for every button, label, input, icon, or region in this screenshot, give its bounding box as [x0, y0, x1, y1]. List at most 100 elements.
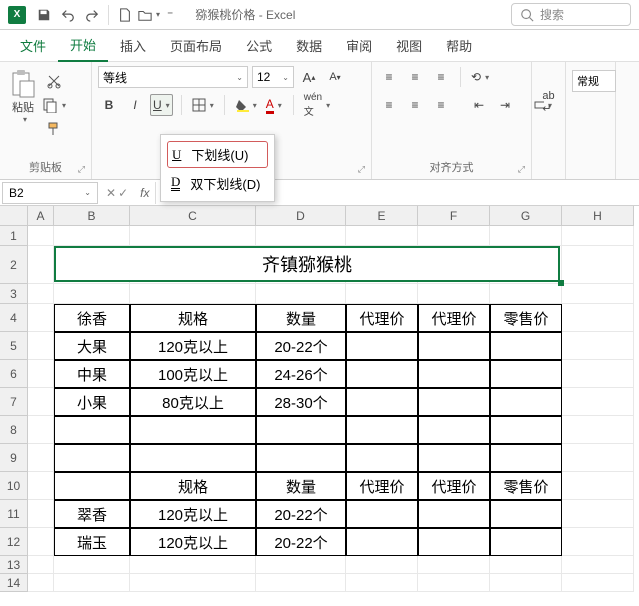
align-middle-icon[interactable]: ≡	[404, 66, 426, 88]
italic-button[interactable]: I	[124, 94, 146, 116]
cell[interactable]	[54, 574, 130, 592]
cell[interactable]	[54, 444, 130, 472]
cell[interactable]	[28, 528, 54, 556]
selection-handle[interactable]	[558, 280, 564, 286]
tab-review[interactable]: 审阅	[334, 30, 384, 61]
row-header[interactable]: 6	[0, 360, 28, 388]
align-bottom-icon[interactable]: ≡	[430, 66, 452, 88]
cell[interactable]: 24-26个	[256, 360, 346, 388]
cell[interactable]: 代理价	[418, 304, 490, 332]
tab-formulas[interactable]: 公式	[234, 30, 284, 61]
enter-icon[interactable]: ✓	[118, 186, 128, 200]
col-header[interactable]: C	[130, 206, 256, 225]
cell[interactable]	[418, 500, 490, 528]
cell[interactable]	[28, 556, 54, 574]
row-header[interactable]: 1	[0, 226, 28, 246]
cell[interactable]	[418, 226, 490, 246]
cell[interactable]	[418, 416, 490, 444]
cell[interactable]	[490, 416, 562, 444]
cell[interactable]	[490, 388, 562, 416]
tab-file[interactable]: 文件	[8, 30, 58, 61]
cell[interactable]	[418, 556, 490, 574]
col-header[interactable]: A	[28, 206, 54, 225]
borders-button[interactable]: ▾	[190, 94, 216, 116]
cell[interactable]	[130, 556, 256, 574]
qat-overflow-icon[interactable]: ⁼	[167, 8, 173, 22]
cell[interactable]	[562, 226, 634, 246]
font-color-button[interactable]: A▾	[263, 94, 285, 116]
cell[interactable]	[130, 226, 256, 246]
cell[interactable]	[418, 574, 490, 592]
cell[interactable]: 80克以上	[130, 388, 256, 416]
col-header[interactable]: E	[346, 206, 418, 225]
cell[interactable]	[346, 360, 418, 388]
paste-button[interactable]: 粘贴▾	[6, 66, 40, 126]
cell[interactable]	[346, 574, 418, 592]
cell[interactable]	[28, 246, 54, 284]
cell[interactable]	[562, 304, 634, 332]
cell[interactable]	[346, 528, 418, 556]
cell[interactable]: 数量	[256, 304, 346, 332]
row-header[interactable]: 10	[0, 472, 28, 500]
tab-layout[interactable]: 页面布局	[158, 30, 234, 61]
cell[interactable]: 规格	[130, 304, 256, 332]
cell[interactable]: 中果	[54, 360, 130, 388]
cell[interactable]	[346, 444, 418, 472]
cut-icon[interactable]	[40, 70, 68, 92]
cell[interactable]	[256, 444, 346, 472]
cell[interactable]	[490, 360, 562, 388]
cell[interactable]: 120克以上	[130, 332, 256, 360]
cell[interactable]	[418, 528, 490, 556]
cell[interactable]: 20-22个	[256, 332, 346, 360]
cell[interactable]	[418, 332, 490, 360]
cell[interactable]	[418, 360, 490, 388]
cell[interactable]: 120克以上	[130, 500, 256, 528]
increase-indent-icon[interactable]: ⇥	[494, 94, 516, 116]
cell[interactable]	[256, 226, 346, 246]
cell[interactable]	[28, 304, 54, 332]
align-center-icon[interactable]: ≡	[404, 94, 426, 116]
launcher-icon[interactable]: ⤢	[358, 164, 365, 175]
cell[interactable]	[418, 444, 490, 472]
cell[interactable]	[562, 500, 634, 528]
cell[interactable]	[562, 574, 634, 592]
new-file-icon[interactable]	[113, 3, 137, 27]
cell[interactable]	[28, 332, 54, 360]
tab-view[interactable]: 视图	[384, 30, 434, 61]
cell[interactable]: 大果	[54, 332, 130, 360]
cell[interactable]: 20-22个	[256, 528, 346, 556]
cell[interactable]	[418, 388, 490, 416]
row-header[interactable]: 2	[0, 246, 28, 284]
cell[interactable]	[562, 360, 634, 388]
copy-icon[interactable]: ▾	[40, 94, 68, 116]
cell[interactable]: 零售价	[490, 304, 562, 332]
cell[interactable]	[256, 416, 346, 444]
row-header[interactable]: 4	[0, 304, 28, 332]
cell[interactable]: 代理价	[346, 472, 418, 500]
cell[interactable]	[130, 444, 256, 472]
tab-data[interactable]: 数据	[284, 30, 334, 61]
cell[interactable]	[28, 444, 54, 472]
cell[interactable]	[346, 284, 418, 304]
cell[interactable]: 100克以上	[130, 360, 256, 388]
cell[interactable]	[562, 528, 634, 556]
cell[interactable]: 徐香	[54, 304, 130, 332]
cell[interactable]	[562, 472, 634, 500]
cell[interactable]: 翠香	[54, 500, 130, 528]
cell[interactable]	[256, 284, 346, 304]
cell[interactable]	[490, 556, 562, 574]
row-header[interactable]: 13	[0, 556, 28, 574]
open-folder-icon[interactable]: ▾	[137, 3, 161, 27]
row-header[interactable]: 14	[0, 574, 28, 592]
cell[interactable]	[562, 332, 634, 360]
tab-help[interactable]: 帮助	[434, 30, 484, 61]
cell[interactable]	[28, 416, 54, 444]
decrease-font-icon[interactable]: A▾	[324, 66, 346, 88]
cell[interactable]	[28, 388, 54, 416]
save-icon[interactable]	[32, 3, 56, 27]
cell[interactable]	[28, 226, 54, 246]
cell[interactable]: 代理价	[418, 472, 490, 500]
bold-button[interactable]: B	[98, 94, 120, 116]
cell[interactable]	[490, 574, 562, 592]
row-header[interactable]: 5	[0, 332, 28, 360]
